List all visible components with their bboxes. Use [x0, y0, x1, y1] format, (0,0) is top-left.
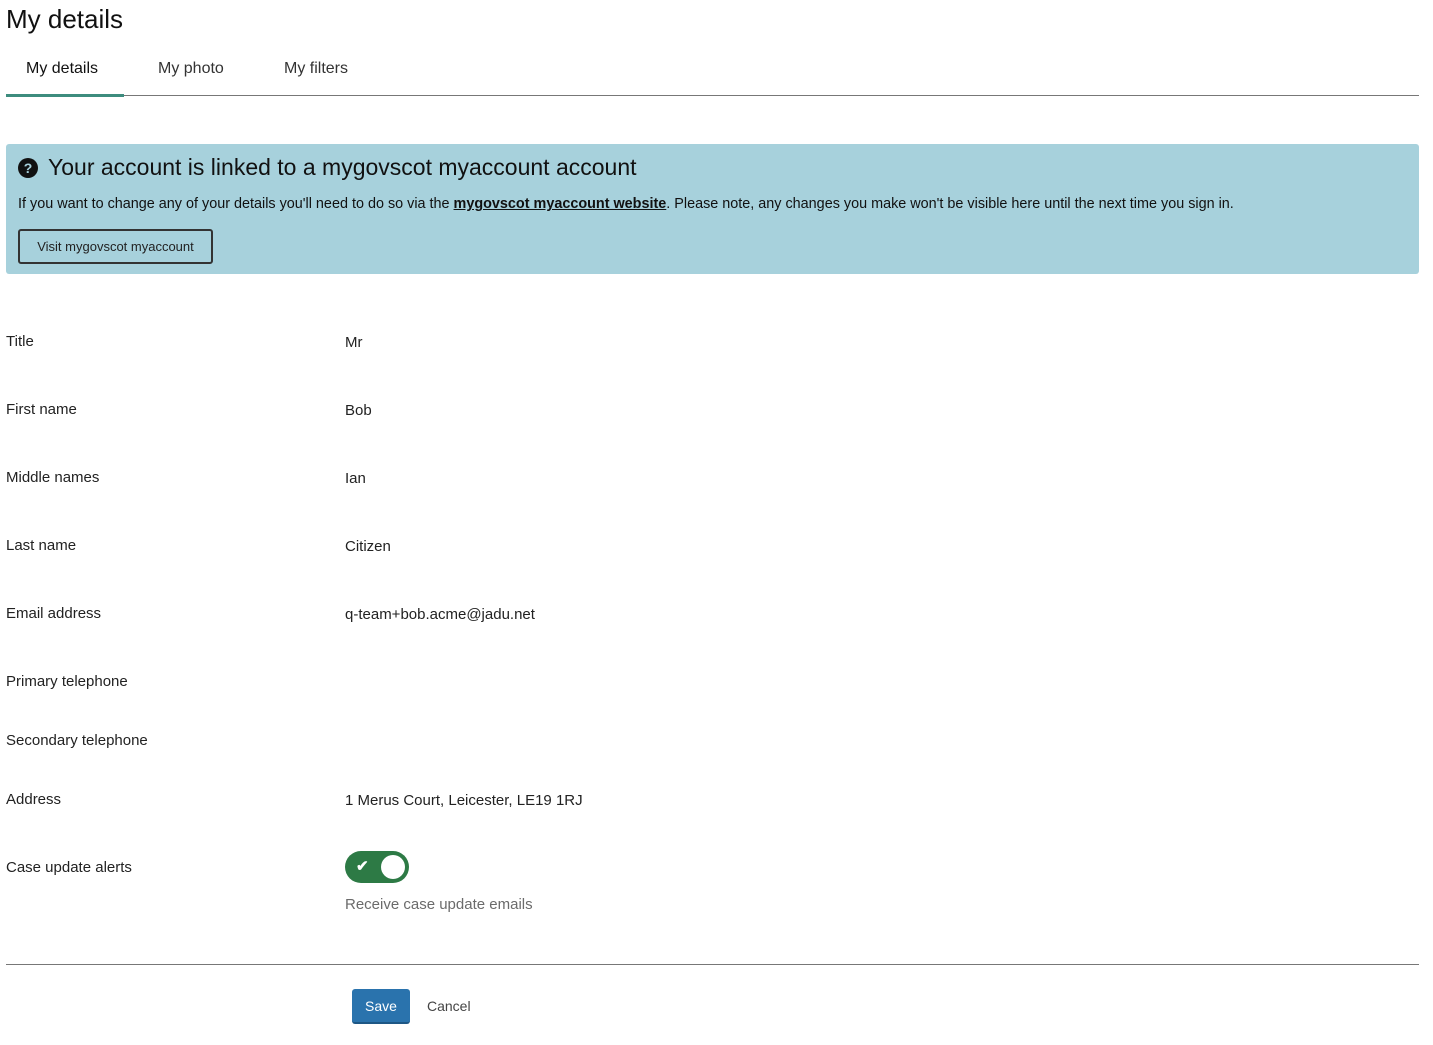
field-value-title: Mr — [345, 334, 363, 351]
field-label-primary-telephone: Primary telephone — [6, 673, 128, 690]
tab-my-photo[interactable]: My photo — [158, 60, 224, 95]
field-label-case-update-alerts: Case update alerts — [6, 859, 132, 876]
case-update-alerts-toggle[interactable]: ✔ — [345, 851, 409, 883]
alert-body-after: . Please note, any changes you make won'… — [666, 196, 1234, 212]
page-title: My details — [6, 4, 124, 34]
question-circle-icon: ? — [18, 157, 38, 178]
alert-body-before: If you want to change any of your detail… — [18, 196, 454, 212]
tab-label: My details — [26, 60, 99, 77]
tab-my-details[interactable]: My details — [26, 60, 98, 95]
save-button[interactable]: Save — [352, 989, 410, 1024]
active-tab-indicator — [6, 94, 124, 97]
field-label-secondary-telephone: Secondary telephone — [6, 732, 148, 749]
tab-bar: My details My photo My filters — [6, 50, 1419, 97]
tab-my-filters[interactable]: My filters — [284, 60, 348, 95]
field-label-last-name: Last name — [6, 537, 77, 554]
alert-body: If you want to change any of your detail… — [18, 196, 1234, 212]
tab-label: My filters — [284, 60, 348, 77]
tab-label: My photo — [158, 60, 224, 77]
field-value-address: 1 Merus Court, Leicester, LE19 1RJ — [345, 792, 583, 809]
alert-heading: ? Your account is linked to a mygovscot … — [18, 154, 637, 181]
visit-myaccount-button[interactable]: Visit mygovscot myaccount — [18, 229, 213, 264]
field-value-first-name: Bob — [345, 402, 372, 419]
field-value-middle-names: Ian — [345, 470, 366, 487]
case-update-help-text: Receive case update emails — [345, 896, 533, 913]
field-value-last-name: Citizen — [345, 538, 391, 555]
myaccount-website-link[interactable]: mygovscot myaccount website — [454, 196, 667, 212]
form-divider — [6, 964, 1419, 965]
toggle-knob — [381, 855, 405, 879]
field-label-title: Title — [6, 333, 34, 350]
field-label-first-name: First name — [6, 401, 77, 418]
alert-heading-text: Your account is linked to a mygovscot my… — [48, 154, 637, 180]
field-label-email: Email address — [6, 605, 102, 622]
field-value-email: q-team+bob.acme@jadu.net — [345, 606, 535, 623]
field-label-middle-names: Middle names — [6, 469, 100, 486]
check-icon: ✔ — [356, 858, 369, 875]
cancel-link[interactable]: Cancel — [427, 998, 471, 1014]
field-label-address: Address — [6, 791, 62, 808]
linked-account-alert: ? Your account is linked to a mygovscot … — [6, 144, 1419, 274]
